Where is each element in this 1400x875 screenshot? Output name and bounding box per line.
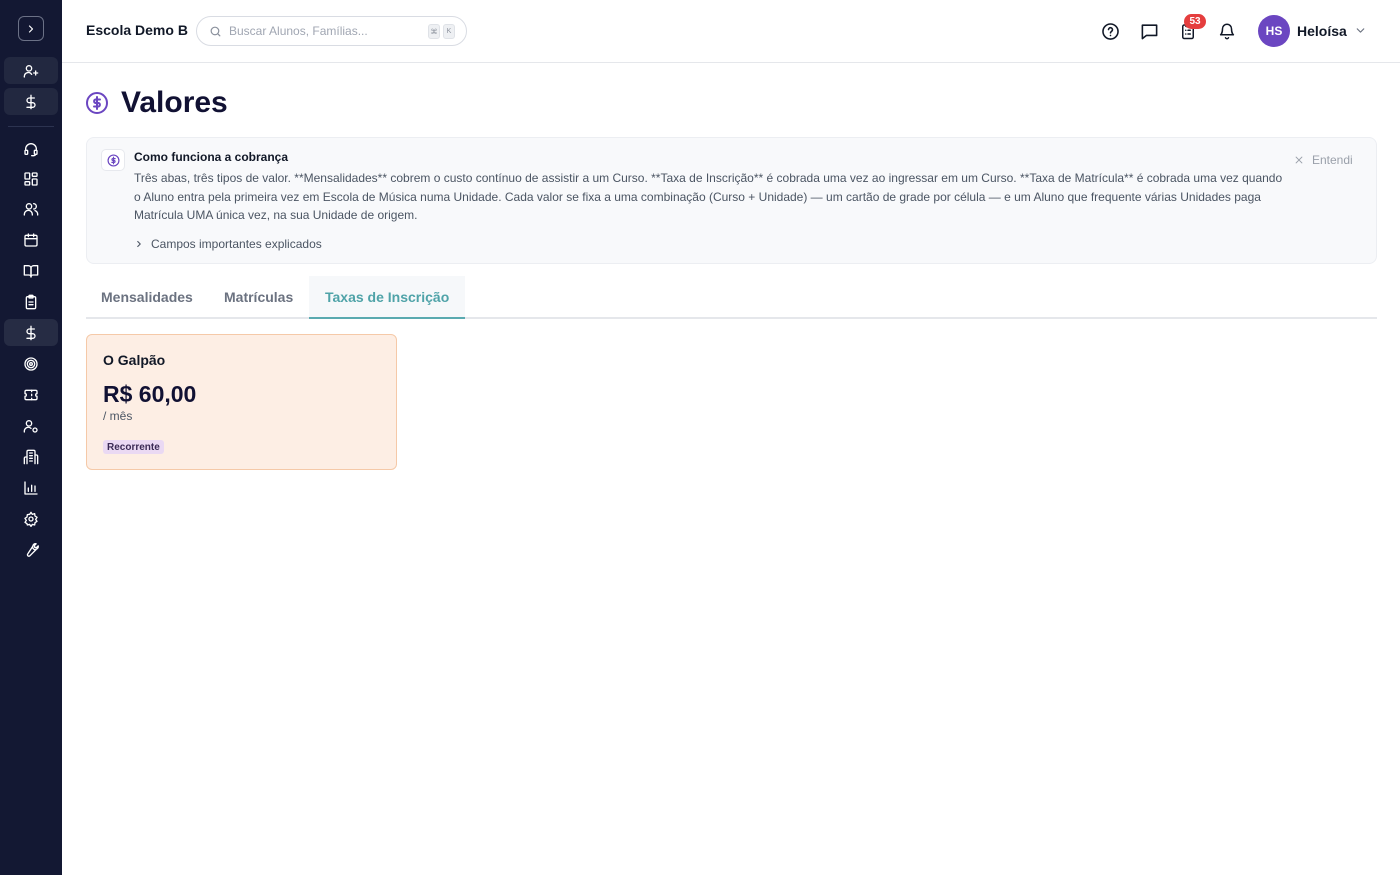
- notifications-button[interactable]: [1216, 20, 1238, 42]
- shortcut-key-k: K: [443, 24, 455, 39]
- value-type-tabs: Mensalidades Matrículas Taxas de Inscriç…: [86, 276, 1377, 319]
- sidebar-toggle-button[interactable]: [18, 16, 44, 41]
- info-title: Como funciona a cobrança: [134, 150, 289, 164]
- message-icon: [1141, 23, 1157, 39]
- sidebar: [0, 0, 62, 875]
- help-icon: [1101, 22, 1119, 40]
- recurring-badge: Recorrente: [103, 440, 164, 454]
- help-button[interactable]: [1099, 20, 1121, 42]
- notification-count-badge: 53: [1184, 14, 1206, 29]
- search-icon: [210, 26, 221, 36]
- user-cog-icon: [23, 419, 38, 433]
- bell-icon: [1219, 23, 1235, 40]
- dollar-icon: [26, 94, 36, 109]
- building-icon: [23, 449, 39, 464]
- chevron-right-icon: [137, 240, 141, 248]
- sidebar-divider: [8, 126, 54, 127]
- sidebar-item-user-plus[interactable]: [4, 57, 58, 84]
- important-fields-label: Campos importantes explicados: [151, 237, 322, 251]
- school-name[interactable]: Escola Demo B: [86, 22, 188, 38]
- sidebar-item-tools[interactable]: [4, 536, 58, 563]
- tab-taxas-de-inscricao[interactable]: Taxas de Inscrição: [309, 276, 466, 319]
- sidebar-item-reports[interactable]: [4, 474, 58, 501]
- shortcut-key-cmd: ⌘: [428, 24, 440, 39]
- avatar[interactable]: HS: [1258, 15, 1290, 47]
- important-fields-toggle[interactable]: Campos importantes explicados: [134, 237, 322, 251]
- dollar-icon: [26, 325, 36, 340]
- calendar-icon: [24, 232, 38, 247]
- search-box[interactable]: ⌘ K: [196, 16, 467, 46]
- sidebar-item-courses[interactable]: [4, 257, 58, 284]
- sidebar-item-target[interactable]: [4, 350, 58, 377]
- sidebar-item-settings[interactable]: [4, 505, 58, 532]
- grid-icon: [24, 171, 38, 186]
- sidebar-item-buildings[interactable]: [4, 443, 58, 470]
- dollar-circle-icon: [86, 92, 108, 114]
- fee-card-period: / mês: [103, 409, 133, 423]
- sidebar-item-user-settings[interactable]: [4, 412, 58, 439]
- bar-chart-icon: [24, 480, 38, 495]
- sidebar-item-dashboard[interactable]: [4, 165, 58, 192]
- user-name[interactable]: Heloísa: [1297, 23, 1347, 39]
- fee-card-unit: O Galpão: [103, 352, 166, 368]
- headset-icon: [24, 142, 38, 156]
- tab-mensalidades[interactable]: Mensalidades: [101, 276, 193, 317]
- ticket-icon: [24, 389, 38, 400]
- sidebar-item-support[interactable]: [4, 135, 58, 162]
- dismiss-button[interactable]: Entendi: [1294, 153, 1353, 167]
- top-bar: Escola Demo B ⌘ K 53 HS Heloísa: [62, 0, 1400, 63]
- sidebar-item-finance[interactable]: [4, 88, 58, 115]
- target-icon: [24, 356, 38, 371]
- page-title: Valores: [121, 86, 228, 119]
- fee-card[interactable]: O Galpão R$ 60,00 / mês Recorrente: [86, 334, 397, 470]
- book-open-icon: [23, 264, 39, 278]
- gear-icon: [24, 511, 38, 527]
- tab-matriculas[interactable]: Matrículas: [224, 276, 293, 317]
- messages-button[interactable]: [1138, 20, 1160, 42]
- sidebar-item-clipboard[interactable]: [4, 288, 58, 315]
- close-icon: [1295, 156, 1303, 164]
- search-input[interactable]: [229, 24, 419, 38]
- sidebar-item-values[interactable]: [4, 319, 58, 346]
- sidebar-item-tickets[interactable]: [4, 381, 58, 408]
- chevron-down-icon[interactable]: [1354, 24, 1367, 37]
- clipboard-icon: [25, 294, 37, 309]
- billing-info-panel: Como funciona a cobrança Três abas, três…: [86, 137, 1377, 264]
- dismiss-label: Entendi: [1312, 153, 1353, 167]
- users-icon: [23, 202, 39, 216]
- wrench-icon: [26, 542, 39, 557]
- info-text: Três abas, três tipos de valor. **Mensal…: [134, 171, 1283, 223]
- sidebar-item-users[interactable]: [4, 195, 58, 222]
- chevron-right-icon: [28, 24, 34, 33]
- dollar-circle-icon: [106, 153, 120, 167]
- info-icon-box: [101, 149, 125, 171]
- fee-card-price: R$ 60,00: [103, 381, 197, 407]
- user-plus-icon: [23, 64, 39, 78]
- sidebar-item-calendar[interactable]: [4, 226, 58, 253]
